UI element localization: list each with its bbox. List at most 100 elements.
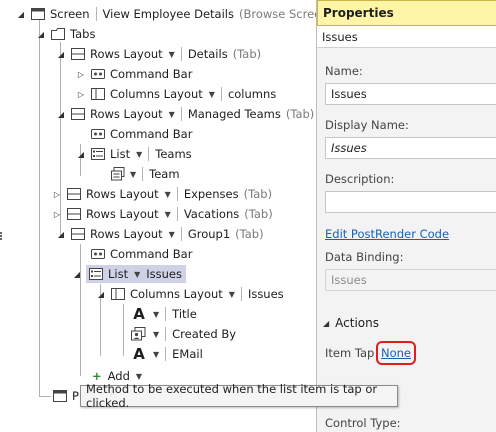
collapse-arrow-icon[interactable]: ◢ — [96, 288, 106, 300]
add-label: Add — [107, 369, 130, 383]
properties-panel: Properties Issues Name: Issues Display N… — [316, 0, 496, 432]
command-bar-icon — [90, 66, 106, 82]
dropdown-icon[interactable]: ▼ — [134, 270, 140, 279]
collapse-arrow-icon[interactable]: ◢ — [323, 319, 329, 328]
tree-field-created-by[interactable]: ▼ Created By — [131, 324, 236, 344]
expand-arrow-icon[interactable]: ▷ — [52, 188, 62, 200]
separator — [180, 47, 182, 61]
tree-teams-list[interactable]: ◢ List ▼ Teams — [76, 144, 192, 164]
separator — [165, 327, 167, 341]
tree-field-title[interactable]: A ▼ Title — [131, 304, 197, 324]
tree-details-command-bar[interactable]: ▷ Command Bar — [76, 64, 193, 84]
command-bar-icon — [90, 246, 106, 262]
actions-section[interactable]: ◢ Actions — [323, 316, 379, 330]
vacations-name: Vacations — [183, 207, 240, 221]
tree-screen-label: Screen — [50, 7, 90, 21]
separator — [240, 287, 242, 301]
dropdown-icon[interactable]: ▼ — [136, 150, 142, 159]
dropdown-icon[interactable]: ▼ — [169, 110, 175, 119]
tree-tabs[interactable]: ◢ Tabs — [36, 24, 96, 44]
expand-arrow-icon[interactable]: ▷ — [76, 68, 86, 80]
columns-layout-icon — [110, 286, 126, 302]
command-bar-label: Command Bar — [110, 247, 193, 261]
splitter-grip[interactable] — [0, 232, 6, 240]
collapse-arrow-icon[interactable]: ◢ — [56, 108, 66, 120]
tab-hint: (Tab) — [285, 107, 315, 121]
data-binding-field: Issues — [325, 269, 496, 291]
details-name: Details — [187, 47, 228, 61]
description-field[interactable] — [325, 191, 496, 213]
dropdown-icon[interactable]: ▼ — [153, 350, 159, 359]
collapse-arrow-icon[interactable]: ◢ — [76, 148, 86, 160]
selection-highlight[interactable]: List ▼ Issues — [86, 265, 186, 283]
separator — [176, 207, 178, 221]
command-bar-label: Command Bar — [110, 67, 193, 81]
managed-teams-name: Managed Teams — [187, 107, 281, 121]
item-tap-none-link[interactable]: None — [376, 341, 416, 365]
tab-hint: (Tab) — [244, 207, 273, 221]
display-name-label: Display Name: — [325, 118, 409, 132]
control-type-label: Control Type: — [325, 416, 401, 430]
rows-layout-icon — [70, 46, 86, 62]
properties-title: Properties — [317, 0, 496, 26]
name-field[interactable]: Issues — [325, 83, 496, 105]
tree-expenses-tab[interactable]: ▷ Rows Layout ▼ Expenses (Tab) — [52, 184, 272, 204]
screen-icon — [30, 6, 46, 22]
tree-issues-columns[interactable]: ◢ Columns Layout ▼ Issues — [96, 284, 284, 304]
tree-partial-item[interactable]: P — [52, 386, 79, 406]
item-tap-tooltip: Method to be executed when the list item… — [80, 382, 398, 410]
item-tap-value[interactable]: None — [381, 346, 411, 360]
add-icon: + — [92, 369, 102, 383]
expenses-name: Expenses — [183, 187, 239, 201]
data-binding-label: Data Binding: — [325, 250, 404, 264]
tree-vacations-tab[interactable]: ▷ Rows Layout ▼ Vacations (Tab) — [52, 204, 273, 224]
tree-details-tab[interactable]: ◢ Rows Layout ▼ Details (Tab) — [56, 44, 261, 64]
tree-field-email[interactable]: A ▼ EMail — [131, 344, 203, 364]
text-icon: A — [133, 345, 145, 363]
dropdown-icon[interactable]: ▼ — [169, 50, 175, 59]
separator — [95, 7, 97, 21]
separator — [142, 167, 144, 181]
rows-layout-icon — [70, 226, 86, 242]
tree-group1-command-bar[interactable]: Command Bar — [90, 244, 192, 264]
dropdown-icon[interactable]: ▼ — [169, 230, 175, 239]
list-label: List — [108, 267, 129, 281]
actions-label: Actions — [335, 316, 379, 330]
dropdown-icon[interactable]: ▼ — [229, 290, 235, 299]
properties-selected-object[interactable]: Issues — [317, 26, 496, 48]
collapse-arrow-icon[interactable]: ◢ — [16, 8, 26, 20]
field-name: Created By — [172, 327, 237, 341]
tree-screen[interactable]: ◢ Screen View Employee Details (Browse S… — [16, 4, 333, 24]
collapse-arrow-icon[interactable]: ◢ — [72, 268, 82, 280]
dropdown-icon[interactable]: ▼ — [165, 190, 171, 199]
separator — [220, 87, 222, 101]
field-name: EMail — [172, 347, 203, 361]
expand-arrow-icon[interactable]: ▷ — [52, 208, 62, 220]
display-name-field[interactable]: Issues — [325, 137, 496, 159]
tree-team-item[interactable]: ▼ Team — [110, 164, 180, 184]
dropdown-icon[interactable]: ▼ — [153, 330, 159, 339]
collapse-arrow-icon[interactable]: ◢ — [36, 28, 46, 40]
columns-name: Issues — [247, 287, 284, 301]
rows-layout-label: Rows Layout — [86, 187, 159, 201]
columns-layout-label: Columns Layout — [110, 87, 203, 101]
list-label: List — [110, 147, 131, 161]
edit-postrender-code-link[interactable]: Edit PostRender Code — [325, 227, 449, 241]
dropdown-icon[interactable]: ▼ — [136, 372, 142, 381]
tree-issues-list[interactable]: ◢ List ▼ Issues — [72, 264, 186, 284]
collapse-arrow-icon[interactable]: ◢ — [56, 228, 66, 240]
tree-details-columns[interactable]: ▷ Columns Layout ▼ columns — [76, 84, 276, 104]
dropdown-icon[interactable]: ▼ — [130, 170, 136, 179]
tree-group1-tab[interactable]: ◢ Rows Layout ▼ Group1 (Tab) — [56, 224, 264, 244]
rows-layout-label: Rows Layout — [86, 207, 159, 221]
tab-hint: (Tab) — [243, 187, 273, 201]
dropdown-icon[interactable]: ▼ — [209, 90, 215, 99]
separator — [165, 307, 167, 321]
tree-managed-command-bar[interactable]: Command Bar — [90, 124, 192, 144]
rows-layout-icon — [70, 106, 86, 122]
tree-managed-teams-tab[interactable]: ◢ Rows Layout ▼ Managed Teams (Tab) — [56, 104, 314, 124]
dropdown-icon[interactable]: ▼ — [165, 210, 171, 219]
dropdown-icon[interactable]: ▼ — [153, 310, 159, 319]
collapse-arrow-icon[interactable]: ◢ — [56, 48, 66, 60]
expand-arrow-icon[interactable]: ▷ — [76, 88, 86, 100]
